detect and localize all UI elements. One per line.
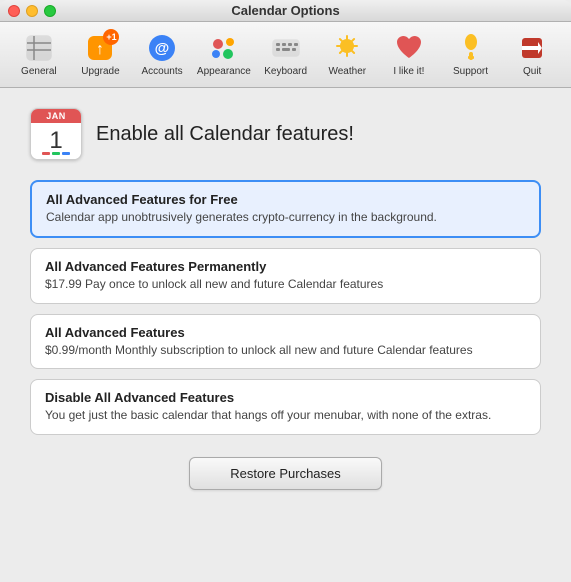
weather-icon xyxy=(331,32,363,64)
toolbar-item-keyboard[interactable]: Keyboard xyxy=(257,28,315,81)
quit-label: Quit xyxy=(523,66,541,77)
close-button[interactable] xyxy=(8,5,20,17)
window-title: Calendar Options xyxy=(231,3,339,18)
options-list: All Advanced Features for Free Calendar … xyxy=(30,180,541,435)
option-permanent[interactable]: All Advanced Features Permanently $17.99… xyxy=(30,248,541,304)
quit-icon xyxy=(516,32,548,64)
option-subscription-title: All Advanced Features xyxy=(45,325,526,340)
support-icon xyxy=(455,32,487,64)
option-permanent-desc: $17.99 Pay once to unlock all new and fu… xyxy=(45,276,526,293)
main-content: JAN 1 Enable all Calendar features! All … xyxy=(0,88,571,510)
upgrade-badge: +1 xyxy=(103,29,119,45)
restore-row: Restore Purchases xyxy=(30,457,541,490)
svg-text:↑: ↑ xyxy=(96,41,104,58)
traffic-lights xyxy=(8,5,56,17)
calendar-decoration xyxy=(42,152,70,155)
title-bar: Calendar Options xyxy=(0,0,571,22)
option-free-desc: Calendar app unobtrusively generates cry… xyxy=(46,209,525,226)
page-title: Enable all Calendar features! xyxy=(96,123,354,146)
option-disable-desc: You get just the basic calendar that han… xyxy=(45,407,526,424)
general-label: General xyxy=(21,66,57,77)
toolbar-item-support[interactable]: Support xyxy=(442,28,500,81)
toolbar-item-quit[interactable]: Quit xyxy=(503,28,561,81)
appearance-label: Appearance xyxy=(197,66,251,77)
calendar-icon: JAN 1 xyxy=(30,108,82,160)
keyboard-label: Keyboard xyxy=(264,66,307,77)
calendar-day: 1 xyxy=(49,127,62,155)
calendar-month: JAN xyxy=(31,109,81,123)
toolbar-item-ilike[interactable]: I like it! xyxy=(380,28,438,81)
option-free[interactable]: All Advanced Features for Free Calendar … xyxy=(30,180,541,238)
accounts-icon: @ xyxy=(146,32,178,64)
maximize-button[interactable] xyxy=(44,5,56,17)
toolbar-item-weather[interactable]: Weather xyxy=(318,28,376,81)
svg-text:@: @ xyxy=(155,40,170,57)
toolbar-item-general[interactable]: General xyxy=(10,28,68,81)
accounts-label: Accounts xyxy=(142,66,183,77)
toolbar: General ↑ +1 Upgrade @ Accounts xyxy=(0,22,571,88)
calendar-body: 1 xyxy=(31,123,81,159)
general-icon xyxy=(23,32,55,64)
option-free-title: All Advanced Features for Free xyxy=(46,192,525,207)
minimize-button[interactable] xyxy=(26,5,38,17)
option-subscription-desc: $0.99/month Monthly subscription to unlo… xyxy=(45,342,526,359)
toolbar-item-appearance[interactable]: Appearance xyxy=(195,28,253,81)
restore-purchases-button[interactable]: Restore Purchases xyxy=(189,457,382,490)
upgrade-icon: ↑ +1 xyxy=(84,32,116,64)
option-subscription[interactable]: All Advanced Features $0.99/month Monthl… xyxy=(30,314,541,370)
keyboard-icon xyxy=(270,32,302,64)
weather-label: Weather xyxy=(328,66,366,77)
appearance-icon xyxy=(208,32,240,64)
toolbar-item-accounts[interactable]: @ Accounts xyxy=(133,28,191,81)
upgrade-label: Upgrade xyxy=(81,66,119,77)
support-label: Support xyxy=(453,66,488,77)
option-permanent-title: All Advanced Features Permanently xyxy=(45,259,526,274)
option-disable-title: Disable All Advanced Features xyxy=(45,390,526,405)
toolbar-item-upgrade[interactable]: ↑ +1 Upgrade xyxy=(72,28,130,81)
ilike-label: I like it! xyxy=(393,66,424,77)
heart-icon xyxy=(393,32,425,64)
header-row: JAN 1 Enable all Calendar features! xyxy=(30,108,541,160)
option-disable[interactable]: Disable All Advanced Features You get ju… xyxy=(30,379,541,435)
